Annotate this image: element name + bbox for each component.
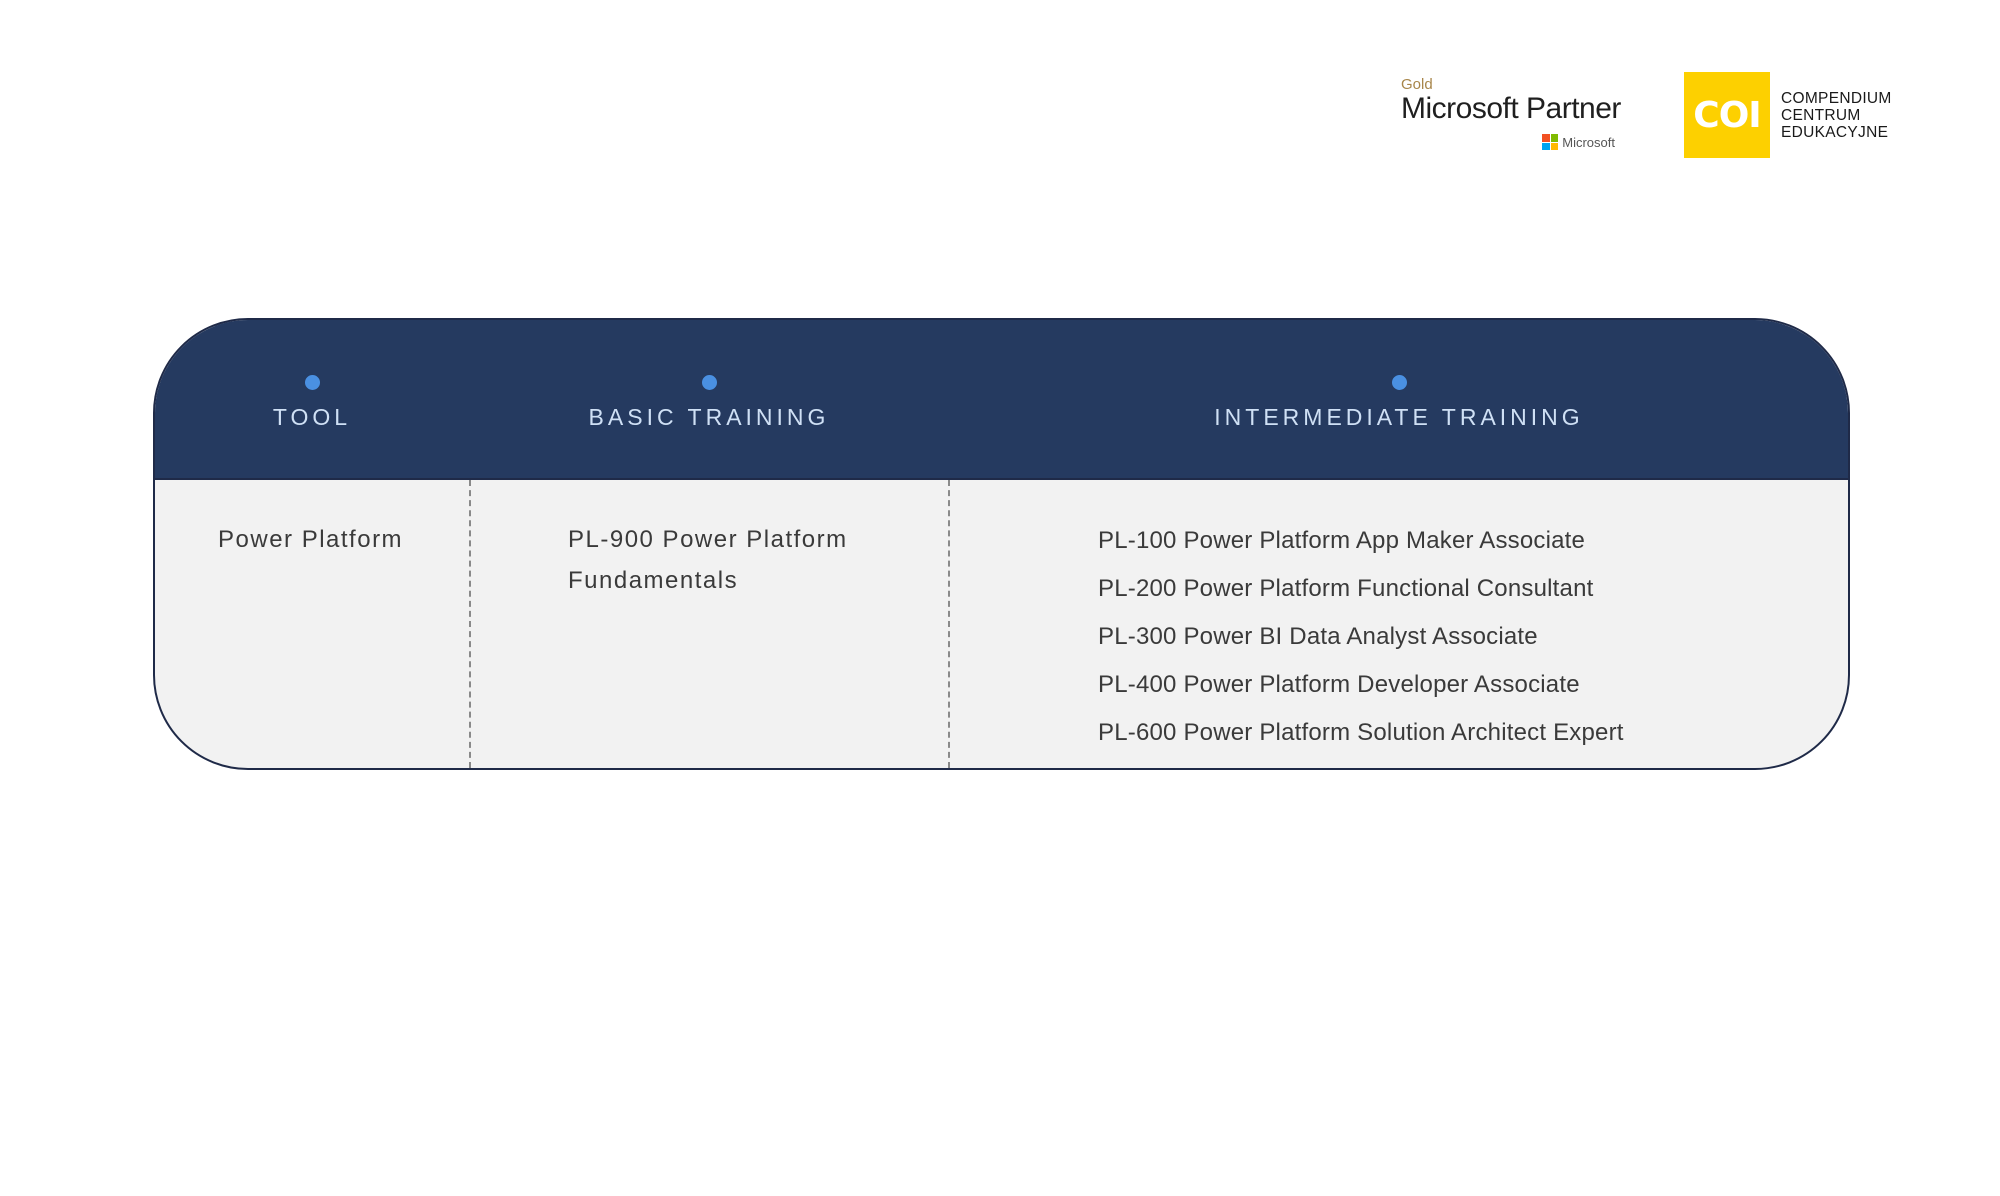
header-intermediate-training: INTERMEDIATE TRAINING xyxy=(949,375,1848,431)
coi-mark: COI xyxy=(1684,72,1770,158)
microsoft-logo-icon xyxy=(1542,134,1559,150)
coi-mark-text: COI xyxy=(1693,94,1761,136)
bullet-dot xyxy=(1391,375,1407,390)
table-header: TOOL BASIC TRAINING INTERMEDIATE TRAININ… xyxy=(155,320,1848,480)
coi-wordmark: COMPENDIUM CENTRUM EDUKACYJNE xyxy=(1781,90,1892,141)
list-item: PL-300 Power BI Data Analyst Associate xyxy=(1098,623,1538,650)
microsoft-label: Microsoft xyxy=(1562,134,1615,150)
coi-line: COMPENDIUM xyxy=(1781,89,1892,107)
coi-line: EDUKACYJNE xyxy=(1781,123,1889,141)
column-divider xyxy=(469,480,471,768)
basic-line: PL-900 Power Platform xyxy=(568,526,848,553)
list-item: PL-100 Power Platform App Maker Associat… xyxy=(1098,527,1586,554)
list-item: PL-600 Power Platform Solution Architect… xyxy=(1098,719,1624,746)
list-item: PL-200 Power Platform Functional Consult… xyxy=(1098,575,1594,602)
coi-logo: COI COMPENDIUM CENTRUM EDUKACYJNE xyxy=(1684,72,1892,158)
header-tool: TOOL xyxy=(155,375,469,431)
header-basic-training: BASIC TRAINING xyxy=(469,375,949,431)
intermediate-training-list: PL-100 Power Platform App Maker Associat… xyxy=(1098,517,1624,757)
header-label: TOOL xyxy=(272,404,352,430)
bullet-dot xyxy=(304,375,320,390)
bullet-dot xyxy=(701,375,717,390)
list-item: PL-400 Power Platform Developer Associat… xyxy=(1098,671,1580,698)
partner-tier: Gold xyxy=(1401,76,1433,93)
training-table: TOOL BASIC TRAINING INTERMEDIATE TRAININ… xyxy=(153,318,1850,770)
microsoft-partner-logo: Gold Microsoft Partner Microsoft xyxy=(1401,76,1621,156)
microsoft-brand: Microsoft xyxy=(1542,134,1615,150)
basic-line: Fundamentals xyxy=(568,567,739,594)
coi-line: CENTRUM xyxy=(1781,106,1861,124)
header-label: INTERMEDIATE TRAINING xyxy=(1214,404,1584,430)
column-divider xyxy=(948,480,950,768)
partner-title: Microsoft Partner xyxy=(1401,92,1621,125)
header-label: BASIC TRAINING xyxy=(588,404,830,430)
basic-training-cell: PL-900 Power Platform Fundamentals xyxy=(568,519,848,601)
tool-cell: Power Platform xyxy=(218,526,404,553)
